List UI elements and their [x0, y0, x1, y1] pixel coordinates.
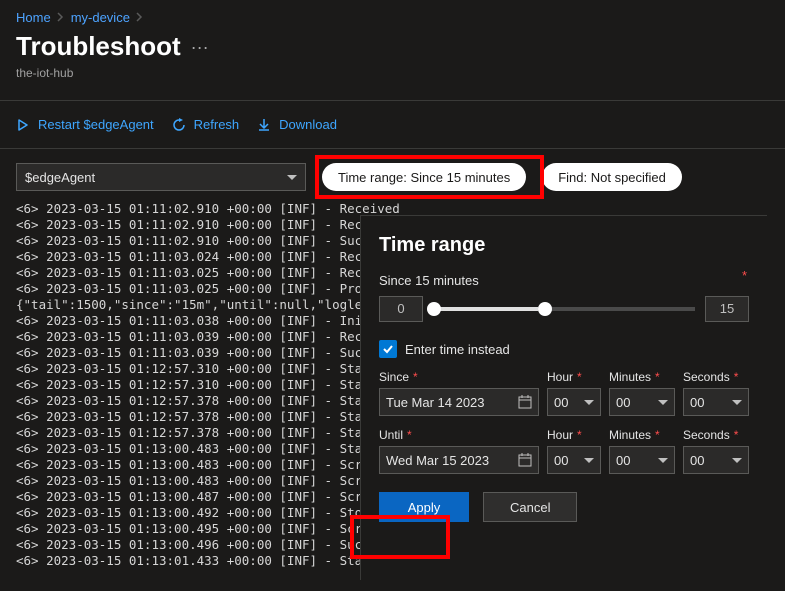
time-range-slider[interactable]: [433, 307, 695, 311]
time-range-panel: Time range * Since 15 minutes 0 15 Enter…: [360, 215, 767, 580]
chevron-down-icon: [658, 458, 668, 463]
panel-title: Time range: [379, 234, 749, 257]
refresh-button[interactable]: Refresh: [172, 117, 240, 132]
time-range-pill[interactable]: Time range: Since 15 minutes: [322, 163, 526, 191]
module-select[interactable]: $edgeAgent: [16, 163, 306, 191]
since-seconds-select[interactable]: 00: [683, 388, 749, 416]
actionbar: Restart $edgeAgent Refresh Download: [0, 107, 785, 142]
until-seconds-select[interactable]: 00: [683, 446, 749, 474]
until-minutes-select[interactable]: 00: [609, 446, 675, 474]
slider-max-box[interactable]: 15: [705, 296, 749, 322]
play-icon: [16, 118, 30, 132]
download-icon: [257, 118, 271, 132]
check-icon: [382, 343, 394, 355]
find-pill[interactable]: Find: Not specified: [542, 163, 682, 191]
chevron-down-icon: [658, 400, 668, 405]
chevron-down-icon: [732, 458, 742, 463]
apply-button[interactable]: Apply: [379, 492, 469, 522]
slider-min-box[interactable]: 0: [379, 296, 423, 322]
enter-time-checkbox[interactable]: [379, 340, 397, 358]
until-date-field[interactable]: Wed Mar 15 2023: [379, 446, 539, 474]
until-hour-select[interactable]: 00: [547, 446, 601, 474]
chevron-right-icon: [136, 10, 144, 25]
breadcrumb: Home my-device: [0, 0, 785, 29]
filters-row: $edgeAgent Time range: Since 15 minutes …: [0, 155, 785, 201]
since-date-field[interactable]: Tue Mar 14 2023: [379, 388, 539, 416]
chevron-down-icon: [584, 458, 594, 463]
breadcrumb-device[interactable]: my-device: [71, 10, 130, 25]
breadcrumb-home[interactable]: Home: [16, 10, 51, 25]
cancel-button[interactable]: Cancel: [483, 492, 577, 522]
restart-agent-button[interactable]: Restart $edgeAgent: [16, 117, 154, 132]
calendar-icon: [518, 395, 532, 409]
since-hour-select[interactable]: 00: [547, 388, 601, 416]
since-minutes-label: Since 15 minutes: [379, 273, 749, 288]
calendar-icon: [518, 453, 532, 467]
page-subtitle: the-iot-hub: [0, 62, 785, 94]
enter-time-label: Enter time instead: [405, 342, 510, 357]
download-button[interactable]: Download: [257, 117, 337, 132]
chevron-right-icon: [57, 10, 65, 25]
required-indicator: *: [742, 268, 747, 283]
more-actions-button[interactable]: ···: [191, 42, 209, 52]
chevron-down-icon: [584, 400, 594, 405]
page-title: Troubleshoot ···: [0, 29, 785, 62]
refresh-icon: [172, 118, 186, 132]
chevron-down-icon: [287, 175, 297, 180]
chevron-down-icon: [732, 400, 742, 405]
since-minutes-select[interactable]: 00: [609, 388, 675, 416]
